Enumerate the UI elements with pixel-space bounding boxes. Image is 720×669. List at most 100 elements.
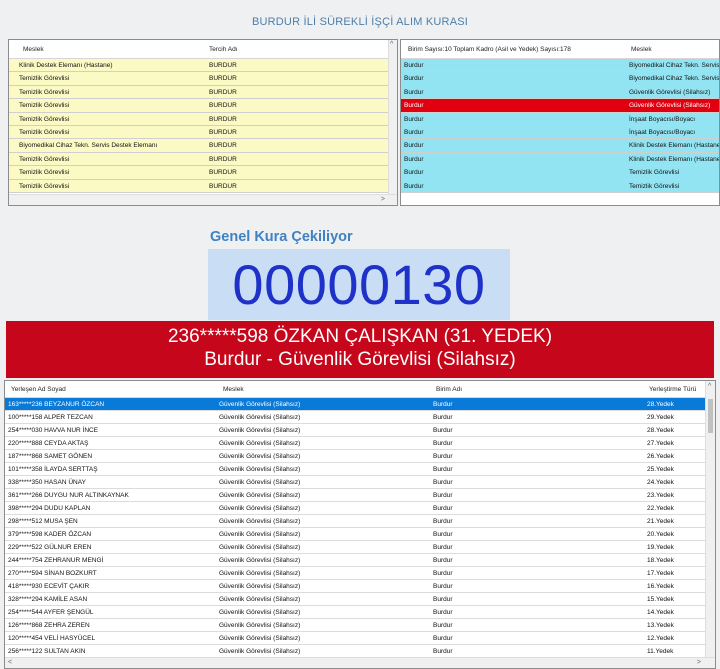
vertical-scrollbar[interactable]: ^ bbox=[705, 381, 715, 659]
cell-meslek: Klinik Destek Elemanı (Hastane) bbox=[19, 62, 113, 69]
table-row[interactable]: Temizlik Görevlisi BURDUR bbox=[9, 72, 397, 86]
table-row[interactable]: Burdur Klinik Destek Elemanı (Hastane) bbox=[401, 139, 719, 153]
chevron-up-icon[interactable]: ^ bbox=[708, 383, 711, 390]
cell-tercih: BURDUR bbox=[209, 142, 237, 150]
unit-grid[interactable]: Birim Sayısı:10 Toplam Kadro (Asil ve Ye… bbox=[400, 39, 720, 206]
cell-ad-soyad: 101*****358 İLAYDA SERTTAŞ bbox=[8, 465, 98, 473]
table-row[interactable]: 163*****236 BEYZANUR ÖZCAN Güvenlik Görev… bbox=[5, 398, 715, 411]
table-row[interactable]: Burdur Klinik Destek Elemanı (Hastane) bbox=[401, 152, 719, 167]
table-row[interactable]: 120*****454 VELİ HASYÜCEL Güvenlik Görevl… bbox=[5, 632, 715, 645]
table-row[interactable]: 229*****522 GÜLNUR EREN Güvenlik Görevlis… bbox=[5, 541, 715, 554]
column-header-ad-soyad[interactable]: Yerleşen Ad Soyad bbox=[11, 386, 66, 393]
table-row[interactable]: Burdur Biyomedikal Cihaz Tekn. Servis bbox=[401, 72, 719, 86]
horizontal-scrollbar[interactable]: < > bbox=[5, 657, 715, 668]
column-header-yerlestirme[interactable]: Yerleştirme Türü bbox=[649, 386, 696, 393]
table-row[interactable]: 220*****888 CEYDA AKTAŞ Güvenlik Görevlis… bbox=[5, 437, 715, 450]
table-row[interactable]: 398*****294 DUDU KAPLAN Güvenlik Görevlis… bbox=[5, 502, 715, 515]
app-title: BURDUR İLİ SÜREKLİ İŞÇİ ALIM KURASI bbox=[0, 0, 720, 40]
table-row[interactable]: Temizlik Görevlisi BURDUR bbox=[9, 85, 397, 100]
table-row[interactable]: 100*****158 ALPER TEZCAN Güvenlik Görevli… bbox=[5, 411, 715, 424]
cell-yerlestirme: 26.Yedek bbox=[647, 452, 674, 460]
cell-birim: Burdur bbox=[404, 182, 424, 190]
table-row[interactable]: 126*****868 ZEHRA ZEREN Güvenlik Görevlis… bbox=[5, 619, 715, 632]
vertical-scrollbar[interactable]: ^ bbox=[388, 40, 397, 195]
table-row[interactable]: 361*****266 DUYGU NUR ALTINKAYNAK Güvenli… bbox=[5, 489, 715, 502]
table-row[interactable]: 418*****930 ECEVİT ÇAKIR Güvenlik Görevli… bbox=[5, 580, 715, 593]
chevron-right-icon[interactable]: > bbox=[697, 659, 701, 666]
table-row[interactable]: 298*****512 MUSA ŞEN Güvenlik Görevlisi (… bbox=[5, 515, 715, 528]
cell-ad-soyad: 100*****158 ALPER TEZCAN bbox=[8, 413, 93, 421]
column-header-meslek[interactable]: Meslek bbox=[223, 386, 244, 393]
table-row[interactable]: 270*****594 SİNAN BOZKURT Güvenlik Görevl… bbox=[5, 567, 715, 580]
cell-birim: Burdur bbox=[433, 426, 453, 434]
table-row[interactable]: Burdur İnşaat Boyacısı/Boyacı bbox=[401, 112, 719, 126]
table-row[interactable]: Burdur Biyomedikal Cihaz Tekn. Servis bbox=[401, 59, 719, 73]
cell-birim: Burdur bbox=[433, 530, 453, 538]
table-row[interactable]: 338*****350 HASAN ÜNAY Güvenlik Görevlisi… bbox=[5, 476, 715, 489]
cell-meslek: Güvenlik Görevlisi (Silahsız) bbox=[219, 556, 301, 564]
table-row[interactable]: 244*****754 ZEHRANUR MENGİ Güvenlik Görev… bbox=[5, 554, 715, 567]
table-row[interactable]: 379*****598 KADER ÖZCAN Güvenlik Görevlis… bbox=[5, 528, 715, 541]
cell-meslek: Temizlik Görevlisi bbox=[629, 169, 680, 177]
cell-birim: Burdur bbox=[433, 504, 453, 512]
cell-ad-soyad: 126*****868 ZEHRA ZEREN bbox=[8, 621, 90, 629]
cell-meslek: İnşaat Boyacısı/Boyacı bbox=[629, 115, 696, 123]
table-row[interactable]: Klinik Destek Elemanı (Hastane) BURDUR bbox=[9, 59, 397, 73]
table-row[interactable]: Temizlik Görevlisi BURDUR bbox=[9, 112, 397, 126]
table-row[interactable]: 187*****868 SAMET GÖNEN Güvenlik Görevlis… bbox=[5, 450, 715, 463]
column-header-birim[interactable]: Birim Sayısı:10 Toplam Kadro (Asil ve Ye… bbox=[408, 46, 571, 53]
table-row[interactable]: Burdur Güvenlik Görevlisi (Silahsız) bbox=[401, 99, 719, 113]
chevron-left-icon[interactable]: < bbox=[8, 659, 12, 666]
cell-tercih: BURDUR bbox=[209, 115, 237, 123]
table-row[interactable]: Burdur Güvenlik Görevlisi (Silahsız) bbox=[401, 85, 719, 100]
cell-birim: Burdur bbox=[433, 517, 453, 525]
cell-meslek: Güvenlik Görevlisi (Silahsız) bbox=[219, 543, 301, 551]
table-row[interactable]: Burdur Temizlik Görevlisi bbox=[401, 166, 719, 180]
unit-rows: Burdur Biyomedikal Cihaz Tekn. Servis Burd… bbox=[401, 59, 719, 193]
cell-meslek: Temizlik Görevlisi bbox=[19, 75, 70, 83]
cell-ad-soyad: 220*****888 CEYDA AKTAŞ bbox=[8, 439, 89, 447]
table-row[interactable]: Temizlik Görevlisi BURDUR bbox=[9, 166, 397, 180]
cell-yerlestirme: 27.Yedek bbox=[647, 439, 674, 447]
cell-meslek: Temizlik Görevlisi bbox=[19, 102, 70, 110]
table-row[interactable]: Biyomedikal Cihaz Tekn. Servis Destek El… bbox=[9, 139, 397, 153]
draw-counter: 00000130 bbox=[232, 253, 486, 316]
chevron-up-icon[interactable]: ^ bbox=[390, 41, 393, 48]
cell-meslek: Temizlik Görevlisi bbox=[19, 128, 70, 136]
cell-birim: Burdur bbox=[433, 621, 453, 629]
table-row[interactable]: Temizlik Görevlisi BURDUR bbox=[9, 99, 397, 113]
table-row[interactable]: 254*****544 AYFER ŞENGÜL Güvenlik Görevli… bbox=[5, 606, 715, 619]
table-row[interactable]: Burdur İnşaat Boyacısı/Boyacı bbox=[401, 125, 719, 140]
cell-meslek: Temizlik Görevlisi bbox=[19, 182, 70, 190]
cell-birim: Burdur bbox=[433, 582, 453, 590]
column-header-tercih[interactable]: Tercih Adı bbox=[209, 46, 238, 53]
cell-tercih: BURDUR bbox=[209, 75, 237, 83]
column-header-birim[interactable]: Birim Adı bbox=[436, 386, 462, 393]
draw-panel: Genel Kura Çekiliyor 00000130 236*****59… bbox=[6, 210, 714, 378]
cell-birim: Burdur bbox=[404, 169, 424, 177]
cell-birim: Burdur bbox=[433, 465, 453, 473]
table-row[interactable]: Temizlik Görevlisi BURDUR bbox=[9, 125, 397, 140]
cell-yerlestirme: 16.Yedek bbox=[647, 582, 674, 590]
table-row[interactable]: 254*****030 HAVVA NUR İNCE Güvenlik Görev… bbox=[5, 424, 715, 437]
cell-ad-soyad: 254*****544 AYFER ŞENGÜL bbox=[8, 608, 94, 616]
results-grid[interactable]: Yerleşen Ad Soyad Meslek Birim Adı Yerle… bbox=[4, 380, 716, 669]
column-header-meslek[interactable]: Meslek bbox=[23, 46, 44, 53]
cell-ad-soyad: 398*****294 DUDU KAPLAN bbox=[8, 504, 91, 512]
cell-meslek: Güvenlik Görevlisi (Silahsız) bbox=[219, 452, 301, 460]
cell-meslek: Güvenlik Görevlisi (Silahsız) bbox=[219, 400, 301, 408]
cell-yerlestirme: 17.Yedek bbox=[647, 569, 674, 577]
table-row[interactable]: Temizlik Görevlisi BURDUR bbox=[9, 179, 397, 193]
table-row[interactable]: 101*****358 İLAYDA SERTTAŞ Güvenlik Görev… bbox=[5, 463, 715, 476]
table-row[interactable]: Temizlik Görevlisi BURDUR bbox=[9, 152, 397, 167]
cell-yerlestirme: 22.Yedek bbox=[647, 504, 674, 512]
scroll-thumb[interactable] bbox=[708, 399, 713, 433]
column-header-meslek[interactable]: Meslek bbox=[631, 46, 652, 53]
horizontal-scrollbar[interactable]: > bbox=[9, 194, 397, 205]
table-row[interactable]: 328*****294 KAMİLE ASAN Güvenlik Görevlis… bbox=[5, 593, 715, 606]
preference-grid[interactable]: Meslek Tercih Adı Klinik Destek Elemanı … bbox=[8, 39, 398, 206]
chevron-right-icon[interactable]: > bbox=[381, 196, 385, 203]
table-row[interactable]: Burdur Temizlik Görevlisi bbox=[401, 179, 719, 193]
cell-yerlestirme: 11.Yedek bbox=[647, 647, 674, 655]
cell-meslek: Güvenlik Görevlisi (Silahsız) bbox=[219, 465, 301, 473]
